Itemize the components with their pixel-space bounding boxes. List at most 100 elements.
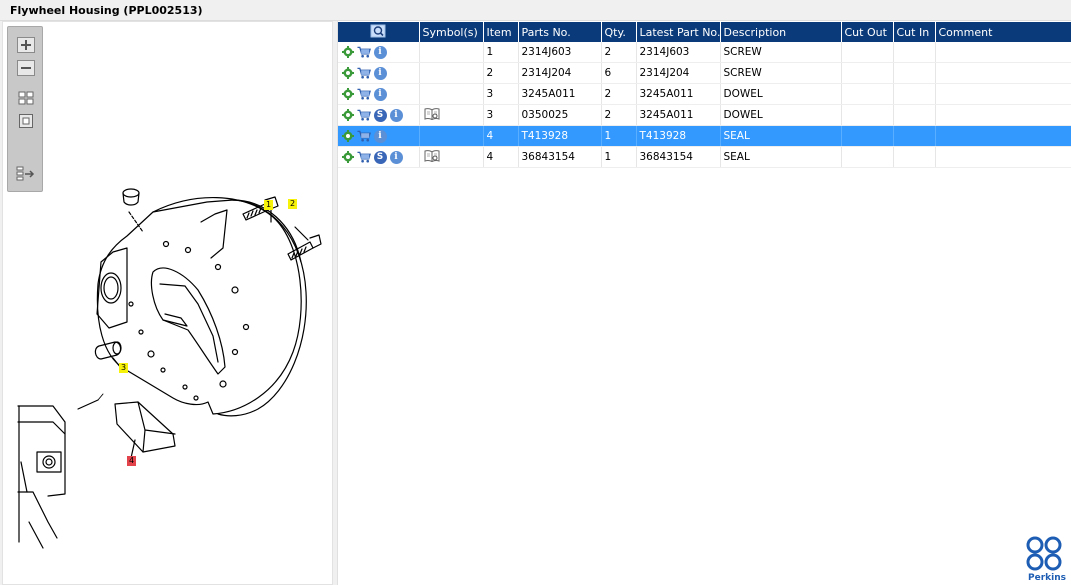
perkins-emblem-icon (1026, 536, 1062, 571)
row-tools-cell: Si (338, 146, 420, 168)
row-tools-cell: i (338, 125, 420, 147)
perkins-logo: Perkins (1024, 536, 1070, 584)
callout-2[interactable]: 2 (288, 199, 297, 209)
table-row[interactable]: Si 3 0350025 2 3245A011 DOWEL (338, 104, 1071, 126)
cut-out-cell (841, 83, 894, 105)
row-tools: Si (341, 105, 416, 125)
description-cell: SCREW (720, 62, 842, 84)
item-cell: 2 (483, 62, 519, 84)
symbols-cell (419, 42, 484, 63)
item-cell: 4 (483, 125, 519, 147)
row-tools: Si (341, 147, 416, 167)
column-header-qty[interactable]: Qty. (601, 22, 637, 42)
row-tools-cell: i (338, 42, 420, 63)
gear-icon[interactable] (341, 129, 355, 143)
info-icon[interactable]: i (373, 66, 387, 80)
column-header-latest-part-no[interactable]: Latest Part No. (636, 22, 721, 42)
item-cell: 3 (483, 104, 519, 126)
info-icon[interactable]: i (389, 150, 403, 164)
table-row[interactable]: Si 4 36843154 1 36843154 SEAL (338, 146, 1071, 168)
callout-4[interactable]: 4 (127, 456, 136, 466)
qty-cell: 1 (601, 125, 637, 147)
gear-icon[interactable] (341, 45, 355, 59)
column-header-cut-in[interactable]: Cut In (893, 22, 936, 42)
column-header-item[interactable]: Item (483, 22, 519, 42)
cart-icon[interactable] (357, 87, 371, 101)
qty-cell: 2 (601, 42, 637, 63)
cut-in-cell (893, 146, 936, 168)
parts-no-cell: 3245A011 (518, 83, 602, 105)
parts-no-cell: 2314J603 (518, 42, 602, 63)
column-header-cut-out[interactable]: Cut Out (841, 22, 894, 42)
catalog-book-icon[interactable] (423, 149, 441, 163)
item-cell: 1 (483, 42, 519, 63)
cut-out-cell (841, 146, 894, 168)
service-icon[interactable]: S (373, 108, 387, 122)
table-row[interactable]: i 3 3245A011 2 3245A011 DOWEL (338, 83, 1071, 105)
latest-cell: T413928 (636, 125, 721, 147)
comment-cell (935, 125, 1071, 147)
comment-cell (935, 83, 1071, 105)
gear-icon[interactable] (341, 150, 355, 164)
cut-out-cell (841, 62, 894, 84)
column-header-comment[interactable]: Comment (935, 22, 1071, 42)
column-header-parts-no[interactable]: Parts No. (518, 22, 602, 42)
comment-cell (935, 42, 1071, 63)
gear-icon[interactable] (341, 66, 355, 80)
row-tools: i (341, 84, 416, 104)
exploded-view-drawing (17, 188, 322, 549)
item-cell: 4 (483, 146, 519, 168)
description-cell: DOWEL (720, 83, 842, 105)
latest-cell: 3245A011 (636, 83, 721, 105)
title-bar: Flywheel Housing (PPL002513) (0, 0, 1071, 21)
symbols-cell (419, 146, 484, 168)
window-title: Flywheel Housing (PPL002513) (10, 4, 203, 17)
table-row[interactable]: i 4 T413928 1 T413928 SEAL (338, 125, 1071, 147)
catalog-book-icon[interactable] (423, 107, 441, 121)
cart-icon[interactable] (357, 129, 371, 143)
description-cell: DOWEL (720, 104, 842, 126)
cut-out-cell (841, 42, 894, 63)
table-header-row: Symbol(s) Item Parts No. Qty. Latest Par… (338, 22, 1071, 42)
cart-icon[interactable] (357, 108, 371, 122)
comment-cell (935, 104, 1071, 126)
info-icon[interactable]: i (373, 45, 387, 59)
cut-out-cell (841, 104, 894, 126)
qty-cell: 1 (601, 146, 637, 168)
qty-cell: 6 (601, 62, 637, 84)
find-part-icon[interactable] (370, 24, 386, 38)
latest-cell: 2314J204 (636, 62, 721, 84)
column-header-tools[interactable] (338, 22, 420, 42)
info-icon[interactable]: i (389, 108, 403, 122)
column-header-symbols[interactable]: Symbol(s) (419, 22, 484, 42)
parts-table: Symbol(s) Item Parts No. Qty. Latest Par… (338, 22, 1071, 168)
service-icon[interactable]: S (373, 150, 387, 164)
column-header-description[interactable]: Description (720, 22, 842, 42)
info-icon[interactable]: i (373, 129, 387, 143)
cart-icon[interactable] (357, 150, 371, 164)
info-icon[interactable]: i (373, 87, 387, 101)
gear-icon[interactable] (341, 108, 355, 122)
latest-cell: 3245A011 (636, 104, 721, 126)
row-tools-cell: Si (338, 104, 420, 126)
cart-icon[interactable] (357, 66, 371, 80)
table-row[interactable]: i 1 2314J603 2 2314J603 SCREW (338, 42, 1071, 63)
cut-in-cell (893, 104, 936, 126)
description-cell: SEAL (720, 125, 842, 147)
parts-no-cell: 36843154 (518, 146, 602, 168)
comment-cell (935, 62, 1071, 84)
cut-out-cell (841, 125, 894, 147)
gear-icon[interactable] (341, 87, 355, 101)
comment-cell (935, 146, 1071, 168)
cut-in-cell (893, 83, 936, 105)
callout-3[interactable]: 3 (119, 363, 128, 373)
symbols-cell (419, 83, 484, 105)
brand-name: Perkins (1028, 573, 1066, 583)
table-row[interactable]: i 2 2314J204 6 2314J204 SCREW (338, 62, 1071, 84)
description-cell: SCREW (720, 42, 842, 63)
symbols-cell (419, 125, 484, 147)
callout-1[interactable]: 1 (264, 200, 273, 210)
illustration-pane[interactable]: 1 2 3 4 (2, 21, 333, 585)
cart-icon[interactable] (357, 45, 371, 59)
parts-no-cell: 0350025 (518, 104, 602, 126)
